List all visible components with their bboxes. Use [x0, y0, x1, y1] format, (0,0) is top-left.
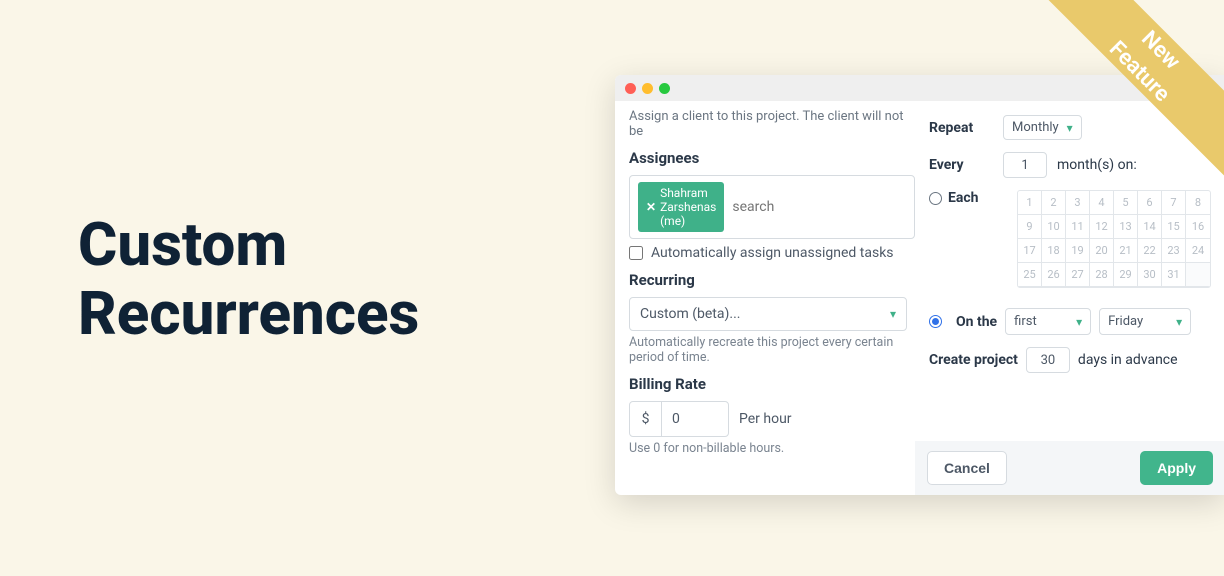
recurring-value: Custom (beta)...: [640, 306, 740, 322]
repeat-select[interactable]: Monthly ▾: [1003, 115, 1082, 140]
assignees-input[interactable]: ✕ Shahram Zarshenas (me): [629, 175, 915, 239]
client-hint: Assign a client to this project. The cli…: [629, 109, 915, 139]
day-cell[interactable]: 31: [1162, 263, 1186, 287]
day-cell[interactable]: 30: [1138, 263, 1162, 287]
app-window: Assign a client to this project. The cli…: [615, 75, 1224, 495]
hero-line-1: Custom: [78, 210, 419, 279]
hero-title: Custom Recurrences: [78, 210, 419, 348]
day-cell[interactable]: 3: [1066, 191, 1090, 215]
day-cell[interactable]: 7: [1162, 191, 1186, 215]
project-form: Assign a client to this project. The cli…: [615, 101, 915, 495]
each-label: Each: [948, 190, 979, 206]
day-cell[interactable]: 4: [1090, 191, 1114, 215]
dialog-footer: Cancel Apply: [915, 441, 1224, 495]
day-cell[interactable]: 5: [1114, 191, 1138, 215]
assignee-search-input[interactable]: [732, 199, 910, 215]
every-suffix: month(s) on:: [1057, 157, 1137, 173]
day-cell[interactable]: 27: [1066, 263, 1090, 287]
billing-input[interactable]: $ 0: [629, 401, 729, 437]
repeat-value: Monthly: [1012, 120, 1059, 135]
day-cell-empty: [1186, 263, 1210, 287]
day-cell[interactable]: 26: [1042, 263, 1066, 287]
recurring-select[interactable]: Custom (beta)... ▾: [629, 297, 907, 331]
day-cell[interactable]: 17: [1018, 239, 1042, 263]
every-input[interactable]: 1: [1003, 152, 1047, 178]
day-cell[interactable]: 29: [1114, 263, 1138, 287]
minimize-icon[interactable]: [642, 83, 653, 94]
advance-input[interactable]: 30: [1026, 347, 1070, 373]
day-cell[interactable]: 20: [1090, 239, 1114, 263]
recurring-hint: Automatically recreate this project ever…: [629, 335, 907, 365]
advance-suffix: days in advance: [1078, 352, 1178, 368]
day-cell[interactable]: 11: [1066, 215, 1090, 239]
billing-hint: Use 0 for non-billable hours.: [629, 441, 907, 456]
remove-chip-icon[interactable]: ✕: [646, 200, 656, 214]
ordinal-value: first: [1014, 314, 1037, 329]
auto-assign-label: Automatically assign unassigned tasks: [651, 245, 894, 261]
auto-assign-checkbox[interactable]: [629, 246, 643, 260]
cancel-button[interactable]: Cancel: [927, 451, 1007, 485]
on-the-radio[interactable]: [929, 315, 942, 328]
per-hour-label: Per hour: [739, 411, 792, 427]
day-cell[interactable]: 15: [1162, 215, 1186, 239]
day-cell[interactable]: 1: [1018, 191, 1042, 215]
day-cell[interactable]: 23: [1162, 239, 1186, 263]
maximize-icon[interactable]: [659, 83, 670, 94]
each-radio[interactable]: [929, 192, 942, 205]
chevron-down-icon: ▾: [1176, 315, 1182, 329]
assignee-chip[interactable]: ✕ Shahram Zarshenas (me): [638, 182, 724, 232]
every-label: Every: [929, 157, 993, 173]
repeat-label: Repeat: [929, 120, 993, 136]
day-cell[interactable]: 8: [1186, 191, 1210, 215]
day-cell[interactable]: 9: [1018, 215, 1042, 239]
chevron-down-icon: ▾: [1067, 121, 1073, 135]
currency-symbol: $: [630, 402, 662, 436]
day-cell[interactable]: 13: [1114, 215, 1138, 239]
chip-label: Shahram Zarshenas (me): [660, 186, 716, 228]
hero-line-2: Recurrences: [78, 279, 419, 348]
day-cell[interactable]: 22: [1138, 239, 1162, 263]
on-the-label: On the: [956, 314, 997, 330]
day-cell[interactable]: 14: [1138, 215, 1162, 239]
create-project-label: Create project: [929, 352, 1018, 368]
chevron-down-icon: ▾: [1076, 315, 1082, 329]
day-cell[interactable]: 21: [1114, 239, 1138, 263]
day-cell[interactable]: 10: [1042, 215, 1066, 239]
day-cell[interactable]: 28: [1090, 263, 1114, 287]
day-cell[interactable]: 12: [1090, 215, 1114, 239]
day-cell[interactable]: 24: [1186, 239, 1210, 263]
billing-label: Billing Rate: [629, 375, 915, 393]
day-grid[interactable]: 1234567891011121314151617181920212223242…: [1017, 190, 1211, 288]
billing-row: $ 0 Per hour: [629, 401, 915, 437]
day-cell[interactable]: 25: [1018, 263, 1042, 287]
chevron-down-icon: ▾: [890, 307, 896, 321]
weekday-select[interactable]: Friday ▾: [1099, 308, 1191, 335]
day-cell[interactable]: 6: [1138, 191, 1162, 215]
billing-value: 0: [662, 402, 680, 436]
weekday-value: Friday: [1108, 314, 1143, 329]
day-cell[interactable]: 2: [1042, 191, 1066, 215]
ordinal-select[interactable]: first ▾: [1005, 308, 1091, 335]
day-cell[interactable]: 19: [1066, 239, 1090, 263]
recurrence-settings: Repeat Monthly ▾ Every 1 month(s) on: Ea…: [915, 101, 1224, 495]
recurring-label: Recurring: [629, 271, 915, 289]
auto-assign-row[interactable]: Automatically assign unassigned tasks: [629, 245, 915, 261]
close-icon[interactable]: [625, 83, 636, 94]
day-cell[interactable]: 16: [1186, 215, 1210, 239]
apply-button[interactable]: Apply: [1140, 451, 1213, 485]
assignees-label: Assignees: [629, 149, 915, 167]
day-cell[interactable]: 18: [1042, 239, 1066, 263]
